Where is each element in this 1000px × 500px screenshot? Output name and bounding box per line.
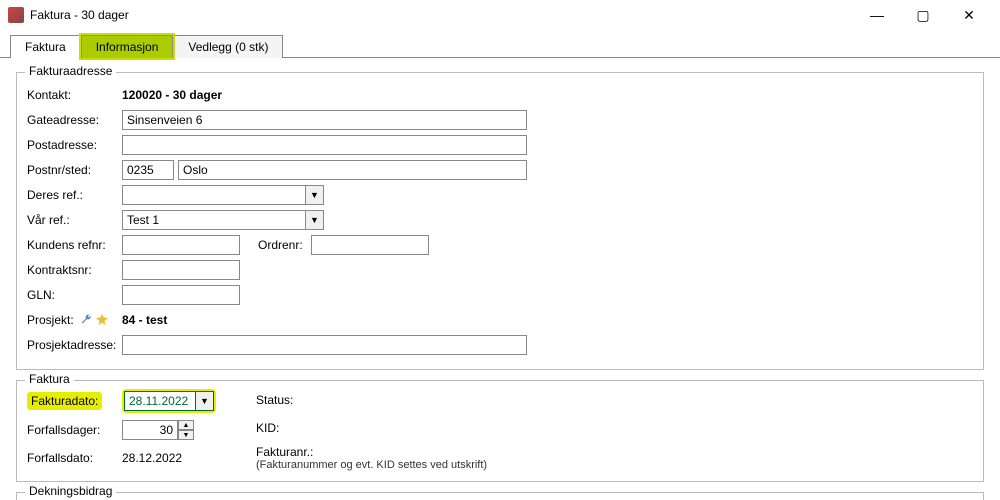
kontakt-value: 120020 - 30 dager bbox=[122, 88, 222, 102]
poststed-input[interactable] bbox=[178, 160, 527, 180]
fakturadato-input[interactable] bbox=[124, 391, 196, 411]
close-button[interactable]: ✕ bbox=[946, 0, 992, 30]
postadresse-input[interactable] bbox=[122, 135, 527, 155]
window-controls: — ▢ ✕ bbox=[854, 0, 992, 30]
forfallsdager-label: Forfallsdager: bbox=[27, 423, 122, 437]
status-label: Status: bbox=[256, 393, 326, 407]
prosjektadresse-label: Prosjektadresse: bbox=[27, 338, 122, 352]
group-faktura: Faktura Fakturadato: ▼ Forfallsdager: bbox=[16, 380, 984, 482]
kid-label: KID: bbox=[256, 421, 326, 435]
legend-dekningsbidrag: Dekningsbidrag bbox=[25, 484, 116, 498]
postnrsted-label: Postnr/sted: bbox=[27, 163, 122, 177]
star-icon[interactable] bbox=[95, 313, 109, 327]
fakturadato-label: Fakturadato: bbox=[27, 394, 122, 408]
content-area: Fakturaadresse Kontakt: 120020 - 30 dage… bbox=[0, 58, 1000, 500]
prosjekt-label-text: Prosjekt: bbox=[27, 313, 74, 327]
kundensrefnr-label: Kundens refnr: bbox=[27, 238, 122, 252]
prosjektadresse-input[interactable] bbox=[122, 335, 527, 355]
deresref-label: Deres ref.: bbox=[27, 188, 122, 202]
tab-vedlegg[interactable]: Vedlegg (0 stk) bbox=[173, 35, 283, 58]
gln-input[interactable] bbox=[122, 285, 240, 305]
kundensrefnr-input[interactable] bbox=[122, 235, 240, 255]
ordrenr-input[interactable] bbox=[311, 235, 429, 255]
minimize-button[interactable]: — bbox=[854, 0, 900, 30]
forfallsdager-spin-down-icon[interactable]: ▼ bbox=[178, 430, 194, 440]
kontraktsnr-label: Kontraktsnr: bbox=[27, 263, 122, 277]
forfallsdager-spin-up-icon[interactable]: ▲ bbox=[178, 420, 194, 430]
wrench-icon[interactable] bbox=[79, 313, 93, 327]
window-title: Faktura - 30 dager bbox=[30, 8, 129, 22]
fakturanr-label: Fakturanr.: bbox=[256, 445, 326, 459]
legend-faktura: Faktura bbox=[25, 372, 74, 386]
tab-faktura[interactable]: Faktura bbox=[10, 35, 81, 58]
tab-informasjon[interactable]: Informasjon bbox=[81, 35, 174, 58]
fakturadato-dropdown-icon[interactable]: ▼ bbox=[196, 391, 214, 411]
kontakt-label: Kontakt: bbox=[27, 88, 122, 102]
prosjekt-label: Prosjekt: bbox=[27, 313, 122, 328]
gln-label: GLN: bbox=[27, 288, 122, 302]
varref-label: Vår ref.: bbox=[27, 213, 122, 227]
gateadresse-input[interactable] bbox=[122, 110, 527, 130]
fakturanr-note: (Fakturanummer og evt. KID settes ved ut… bbox=[256, 459, 487, 471]
ordrenr-label: Ordrenr: bbox=[258, 238, 303, 252]
gateadresse-label: Gateadresse: bbox=[27, 113, 122, 127]
group-dekningsbidrag: Dekningsbidrag Bruttofortjeneste baseres… bbox=[16, 492, 984, 500]
forfallsdager-input[interactable] bbox=[122, 420, 178, 440]
titlebar: Faktura - 30 dager — ▢ ✕ bbox=[0, 0, 1000, 30]
legend-fakturaadresse: Fakturaadresse bbox=[25, 64, 116, 78]
group-fakturaadresse: Fakturaadresse Kontakt: 120020 - 30 dage… bbox=[16, 72, 984, 370]
forfallsdato-label: Forfallsdato: bbox=[27, 451, 122, 465]
app-icon bbox=[8, 7, 24, 23]
tab-row: Faktura Informasjon Vedlegg (0 stk) bbox=[0, 30, 1000, 58]
maximize-button[interactable]: ▢ bbox=[900, 0, 946, 30]
varref-input[interactable] bbox=[122, 210, 306, 230]
forfallsdato-value: 28.12.2022 bbox=[122, 451, 182, 465]
app-window: Faktura - 30 dager — ▢ ✕ Faktura Informa… bbox=[0, 0, 1000, 500]
postadresse-label: Postadresse: bbox=[27, 138, 122, 152]
kontraktsnr-input[interactable] bbox=[122, 260, 240, 280]
deresref-dropdown-icon[interactable]: ▼ bbox=[306, 185, 324, 205]
postnr-input[interactable] bbox=[122, 160, 174, 180]
varref-dropdown-icon[interactable]: ▼ bbox=[306, 210, 324, 230]
prosjekt-value: 84 - test bbox=[122, 313, 167, 327]
deresref-input[interactable] bbox=[122, 185, 306, 205]
